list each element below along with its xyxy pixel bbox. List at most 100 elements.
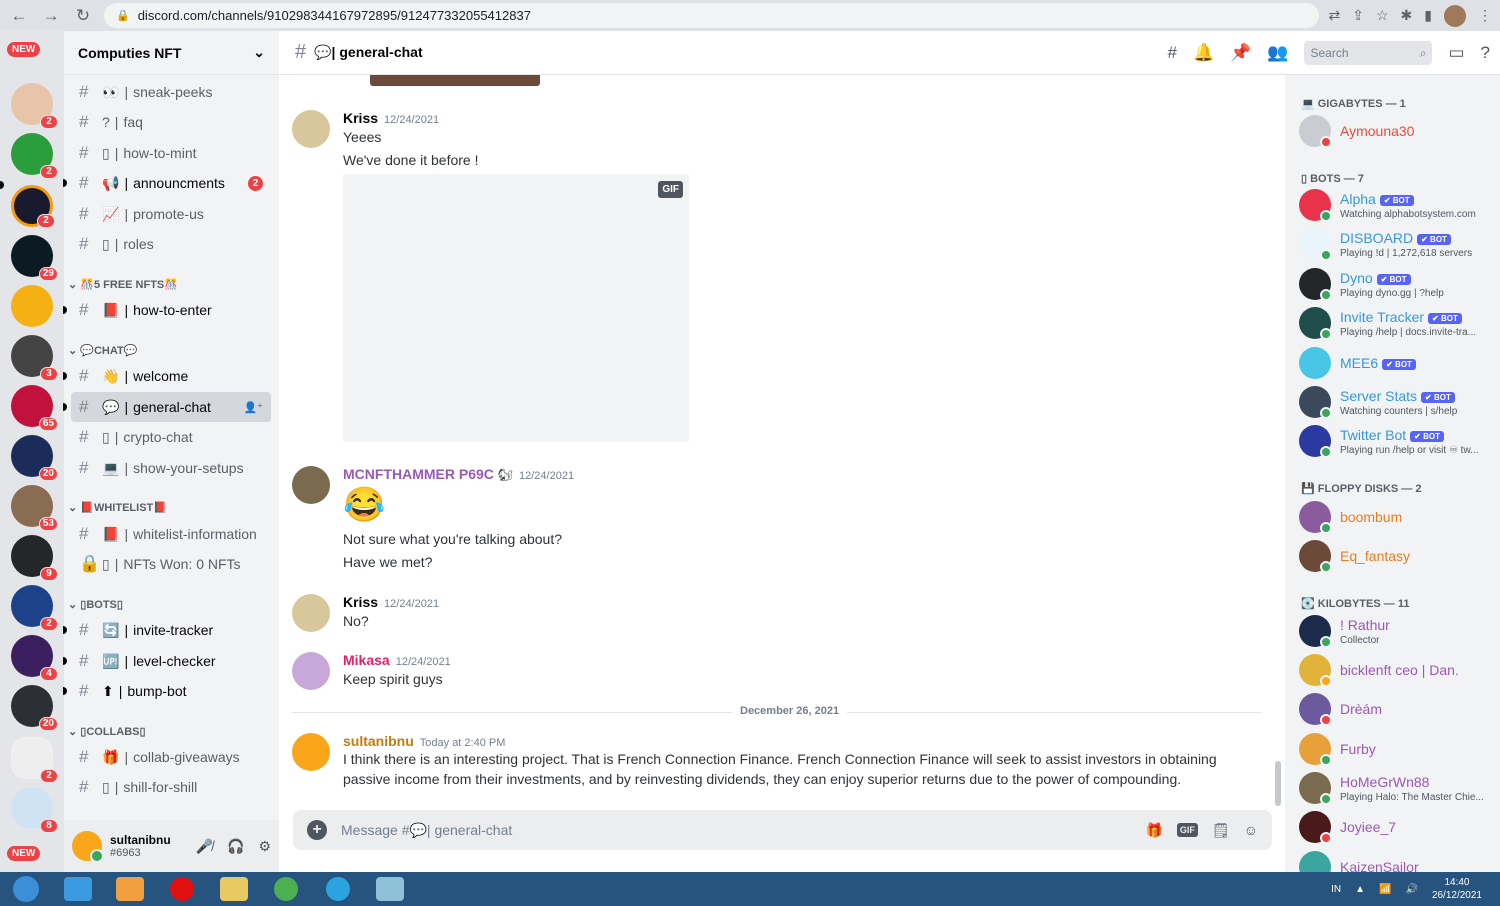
reload-icon[interactable]: ↻ [72,5,94,27]
scrollbar[interactable] [1275,761,1281,806]
channel-item[interactable]: # 📕 | how-to-enter [63,295,271,325]
message-input[interactable]: Message #💬| general-chat [341,822,1131,839]
search-input[interactable]: Search ⌕ [1304,41,1433,65]
server-icon[interactable] [11,285,53,327]
member-item[interactable]: Furby [1299,729,1494,769]
avatar[interactable] [292,733,330,771]
member-item[interactable]: Drèám [1299,689,1494,729]
member-item[interactable]: DISBOARD ✔ BOT Playing !d | 1,272,618 serv… [1299,224,1494,264]
avatar[interactable] [292,594,330,632]
clock[interactable]: 14:40 26/12/2021 [1432,876,1482,902]
member-item[interactable]: Eq_fantasy [1299,536,1494,576]
member-item[interactable]: Alpha ✔ BOT Watching alphabotsystem.com [1299,185,1494,225]
member-item[interactable]: Dyno ✔ BOT Playing dyno.gg | ?help [1299,264,1494,304]
pin-icon[interactable]: 📌 [1230,43,1251,63]
channel-item[interactable]: # ▯ | crypto-chat [71,422,271,452]
member-item[interactable]: Aymouna30 [1299,111,1494,151]
member-item[interactable]: ! Rathur Collector [1299,611,1494,651]
member-item[interactable]: KaizenSailor [1299,847,1494,872]
server-icon[interactable]: 9 [11,535,58,581]
forward-arrow-icon[interactable]: → [40,5,62,27]
server-icon[interactable]: 65 [11,385,58,431]
server-icon[interactable]: 4 [11,635,58,681]
language-indicator[interactable]: IN [1331,884,1341,895]
category-header[interactable]: ⌄ ▯COLLABS▯ [68,725,146,738]
file-explorer-icon[interactable] [208,872,260,906]
mute-microphone-icon[interactable]: 🎤̸ [196,838,213,855]
server-icon[interactable]: 2 [11,737,58,783]
channel-item[interactable]: # 🎁 | collab-giveaways [71,742,271,772]
telegram-icon[interactable] [312,872,364,906]
category-header[interactable]: ⌄ 📕WHITELIST📕 [68,501,167,514]
member-item[interactable]: MEE6 ✔ BOT [1299,343,1494,383]
threads-icon[interactable]: # [1167,43,1176,63]
category-header[interactable]: ⌄ ▯BOTS▯ [68,598,123,611]
channel-item[interactable]: # 👋 | welcome [63,361,271,391]
server-header[interactable]: Computies NFT ⌄ [64,31,279,75]
member-item[interactable]: Twitter Bot ✔ BOT Playing run /help or vis… [1299,421,1494,461]
back-arrow-icon[interactable]: ← [8,5,30,27]
server-icon[interactable]: 2 [11,185,55,228]
gif-embed[interactable]: GIF [343,174,689,442]
channel-item[interactable]: # ⬆ | bump-bot [63,676,271,706]
server-icon[interactable]: 29 [11,235,58,281]
channel-item[interactable]: # 👀 | sneak-peeks [71,77,271,107]
members-icon[interactable]: 👥 [1267,43,1288,63]
notes-icon[interactable] [364,872,416,906]
member-item[interactable]: bicklenft ceo | Dan. [1299,650,1494,690]
chrome-icon[interactable] [260,872,312,906]
avatar[interactable] [292,110,330,148]
channel-item[interactable]: # 🔄 | invite-tracker [63,615,271,645]
server-icon[interactable]: 2 [11,585,58,631]
category-header[interactable]: ⌄ 🎊5 FREE NFTS🎊 [68,278,178,291]
emoji-picker-icon[interactable]: ☺ [1244,822,1258,838]
channel-item[interactable]: # 📕 | whitelist-information [71,519,271,549]
message-author[interactable]: Mikasa [343,652,390,668]
address-bar[interactable]: 🔒 discord.com/channels/91029834416797289… [104,3,1319,28]
gear-icon[interactable]: ⚙ [258,838,271,855]
inbox-icon[interactable]: ▭ [1448,43,1464,63]
channel-item[interactable]: # ▯ | shill-for-shill [71,772,271,802]
member-item[interactable]: boombum [1299,497,1494,537]
server-icon[interactable]: 2 [11,83,58,129]
member-item[interactable]: Invite Tracker ✔ BOT Playing /help | docs.… [1299,303,1494,343]
member-item[interactable]: Server Stats ✔ BOT Watching counters | s/h… [1299,382,1494,422]
menu-kebab-icon[interactable]: ⋮ [1478,7,1492,24]
internet-explorer-icon[interactable] [52,872,104,906]
volume-icon[interactable]: 🔊 [1405,884,1417,895]
server-icon[interactable]: 53 [11,485,58,531]
profile-avatar[interactable] [1444,4,1466,27]
headphones-icon[interactable]: 🎧 [227,838,244,855]
channel-item[interactable]: # ▯ | how-to-mint [71,138,271,168]
sidepanel-icon[interactable]: ▮ [1424,7,1432,24]
sticker-icon[interactable]: 🗒 [1212,822,1230,839]
translate-icon[interactable]: ⇄ [1329,7,1341,24]
opera-icon[interactable] [156,872,208,906]
message-author[interactable]: Kriss [343,110,378,126]
channel-item[interactable]: # ▯ | roles [71,229,271,259]
bell-icon[interactable]: 🔔 [1193,43,1214,63]
channel-item-active[interactable]: # 💬 | general-chat 👤⁺ [63,392,271,422]
member-item[interactable]: HoMeGrWn88 Playing Halo: The Master Chie.… [1299,768,1494,808]
channel-item[interactable]: # 💻 | show-your-setups [71,453,271,483]
avatar[interactable] [292,652,330,690]
message-author[interactable]: sultanibnu [343,733,414,749]
category-header[interactable]: ⌄ 💬CHAT💬 [68,344,137,357]
channel-item[interactable]: # 📢 | announcments 2 [63,168,271,198]
gif-button[interactable]: GIF [1176,823,1198,837]
message-composer[interactable]: + Message #💬| general-chat 🎁 GIF 🗒 ☺ [293,810,1272,850]
channel-item[interactable]: #? | faq [71,107,271,137]
channel-item[interactable]: 🔒 ▯ | NFTs Won: 0 NFTs [71,549,271,579]
server-icon[interactable]: 20 [11,685,58,731]
message-author[interactable]: Kriss [343,594,378,610]
server-icon[interactable]: 2 [11,133,58,179]
tray-arrow-icon[interactable]: ▲ [1355,884,1365,895]
media-player-icon[interactable] [104,872,156,906]
member-item[interactable]: Joyiee_7 [1299,807,1494,847]
server-icon[interactable]: 20 [11,435,58,481]
server-icon[interactable]: 8 [11,787,58,833]
bookmark-star-icon[interactable]: ☆ [1376,7,1389,24]
share-icon[interactable]: ⇪ [1352,7,1364,24]
channel-item[interactable]: # 🆙 | level-checker [63,646,271,676]
extensions-icon[interactable]: ✱ [1401,7,1413,24]
